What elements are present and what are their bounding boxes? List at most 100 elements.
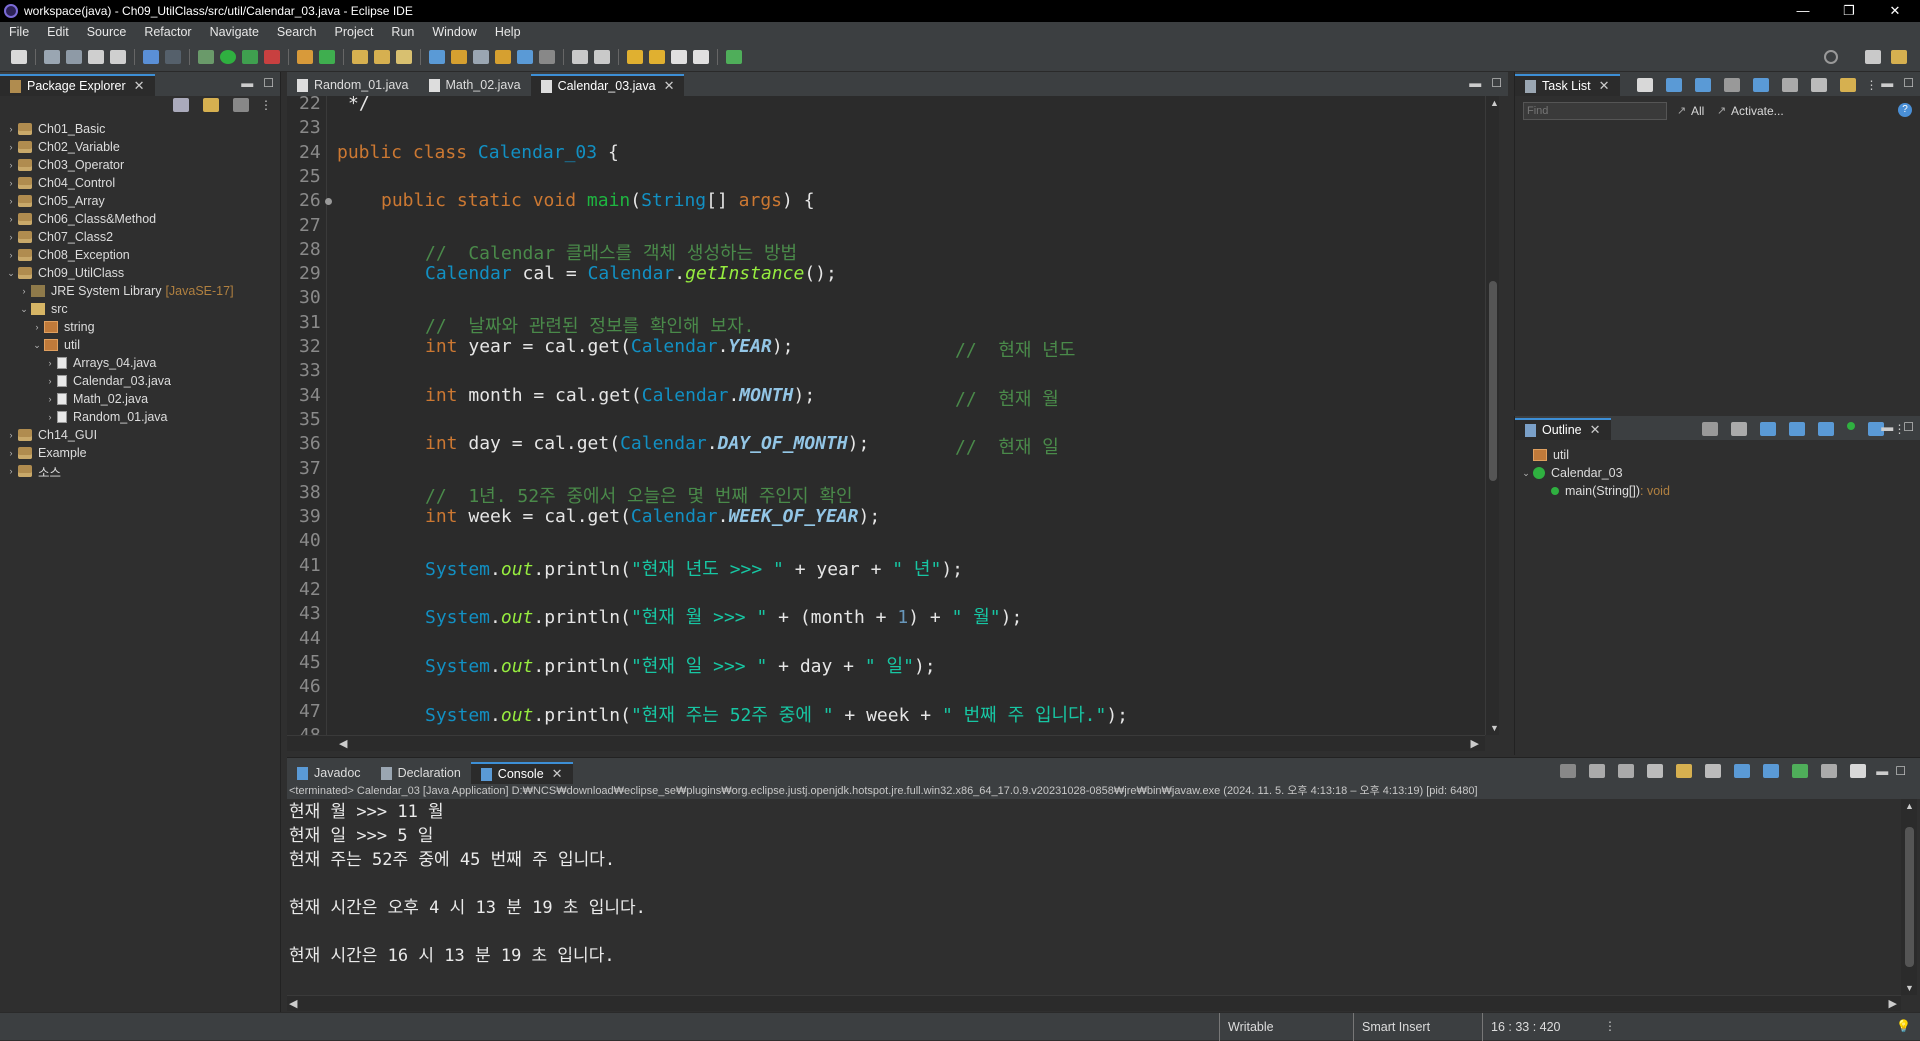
scroll-left-icon[interactable]: ◀ [289, 997, 297, 1010]
menu-help[interactable]: Help [486, 25, 530, 39]
annotation-icon[interactable] [451, 49, 467, 64]
tree-item[interactable]: › Random_01.java [0, 408, 280, 426]
view-menu-icon[interactable]: ⋮ [1866, 78, 1878, 92]
tree-item[interactable]: › Example [0, 444, 280, 462]
collapsed-arrow-icon[interactable]: › [6, 466, 16, 476]
tip-bulb-icon[interactable]: 💡 [1896, 1019, 1911, 1033]
tree-item[interactable]: › Ch08_Exception [0, 246, 280, 264]
word-wrap-icon[interactable] [1705, 764, 1722, 778]
focus-workweek-icon[interactable] [1752, 78, 1769, 92]
console-scroll-thumb[interactable] [1905, 827, 1914, 967]
collapsed-arrow-icon[interactable]: › [19, 286, 29, 296]
console-horizontal-scrollbar[interactable]: ◀ ▶ [287, 995, 1901, 1011]
tree-item[interactable]: › Ch02_Variable [0, 138, 280, 156]
tab-task-list[interactable]: Task List ✕ [1515, 74, 1620, 96]
tree-item[interactable]: › Ch03_Operator [0, 156, 280, 174]
close-icon[interactable]: ✕ [134, 78, 145, 94]
new-icon[interactable] [11, 49, 27, 64]
scroll-down-icon[interactable]: ▼ [1905, 983, 1914, 993]
tree-item[interactable]: › Calendar_03.java [0, 372, 280, 390]
menu-refactor[interactable]: Refactor [135, 25, 200, 39]
code-editor[interactable]: 22 */23 24 public class Calendar_03 {25 26 pu… [287, 96, 1485, 735]
menu-window[interactable]: Window [423, 25, 485, 39]
collapsed-arrow-icon[interactable]: › [32, 322, 42, 332]
expanded-arrow-icon[interactable]: ⌄ [19, 304, 29, 315]
tree-item[interactable]: ⌄ util [0, 336, 280, 354]
hide-static-icon[interactable] [1817, 422, 1834, 436]
view-menu-icon[interactable]: ⋮ [260, 98, 272, 112]
pin-editor-icon[interactable] [726, 49, 742, 64]
close-icon[interactable]: ✕ [1590, 422, 1601, 438]
scroll-lock-icon[interactable] [1676, 764, 1693, 778]
outline-item-class[interactable]: ⌄ Calendar_03 [1521, 464, 1670, 482]
menu-project[interactable]: Project [326, 25, 383, 39]
tree-item[interactable]: › string [0, 318, 280, 336]
tree-item[interactable]: › 소스 [0, 462, 280, 480]
forward-icon[interactable] [693, 49, 709, 64]
tree-item[interactable]: › Ch05_Array [0, 192, 280, 210]
open-task-icon[interactable] [374, 49, 390, 64]
last-edit-icon[interactable] [627, 49, 643, 64]
collapsed-arrow-icon[interactable]: › [6, 214, 16, 224]
tree-item[interactable]: › JRE System Library [JavaSE-17] [0, 282, 280, 300]
collapsed-arrow-icon[interactable]: › [6, 250, 16, 260]
new-task-icon[interactable] [1636, 78, 1653, 92]
back-history-icon[interactable] [649, 49, 665, 64]
minimize-view-icon[interactable]: ▬ [1469, 76, 1481, 90]
tab-random-01[interactable]: Random_01.java [287, 74, 419, 96]
menu-file[interactable]: File [0, 25, 38, 39]
focus-icon[interactable] [1701, 422, 1718, 436]
editor-scroll-thumb[interactable] [1489, 281, 1497, 481]
collapsed-arrow-icon[interactable]: › [6, 178, 16, 188]
tree-item[interactable]: › Ch06_Class&Method [0, 210, 280, 228]
pilcrow-icon[interactable] [539, 49, 555, 64]
tab-outline[interactable]: Outline ✕ [1515, 418, 1611, 440]
close-window-button[interactable]: ✕ [1872, 0, 1918, 22]
coverage-icon[interactable] [242, 49, 258, 64]
remove-launch-icon[interactable] [1589, 764, 1606, 778]
collapse-all-icon[interactable] [1730, 422, 1747, 436]
remove-all-icon[interactable] [1618, 764, 1635, 778]
menu-navigate[interactable]: Navigate [201, 25, 268, 39]
tab-package-explorer[interactable]: Package Explorer ✕ [0, 74, 155, 96]
debug-icon[interactable] [198, 49, 214, 64]
collapsed-arrow-icon[interactable]: › [6, 142, 16, 152]
tree-item[interactable]: › Ch14_GUI [0, 426, 280, 444]
collapsed-arrow-icon[interactable]: › [6, 430, 16, 440]
back-icon[interactable] [671, 49, 687, 64]
collapse-all-icon[interactable] [1810, 78, 1827, 92]
status-menu-icon[interactable]: ⋮ [1604, 1019, 1616, 1033]
categorized-icon[interactable] [1665, 78, 1682, 92]
close-icon[interactable]: ✕ [664, 78, 675, 94]
collapsed-arrow-icon[interactable]: › [6, 232, 16, 242]
console-vertical-scrollbar[interactable]: ▲ ▼ [1901, 799, 1917, 995]
redo-icon[interactable] [110, 49, 126, 64]
collapsed-arrow-icon[interactable]: › [45, 358, 55, 368]
tab-math-02[interactable]: Math_02.java [419, 74, 531, 96]
terminal-icon[interactable] [143, 49, 159, 64]
skip-breakpoints-icon[interactable] [165, 49, 181, 64]
hide-completed-icon[interactable] [1723, 78, 1740, 92]
maximize-view-icon[interactable]: ☐ [1895, 764, 1906, 778]
save-icon[interactable] [44, 49, 60, 64]
maximize-button[interactable]: ❐ [1826, 0, 1872, 22]
show-on-output-icon[interactable] [1734, 764, 1751, 778]
tree-item[interactable]: › Ch04_Control [0, 174, 280, 192]
collapsed-arrow-icon[interactable]: › [45, 394, 55, 404]
minimize-view-icon[interactable]: ▬ [1876, 764, 1888, 778]
tab-calendar-03[interactable]: Calendar_03.java ✕ [530, 74, 685, 96]
tab-console[interactable]: Console ✕ [470, 762, 573, 784]
tree-item[interactable]: › Ch07_Class2 [0, 228, 280, 246]
tree-item[interactable]: › Arrays_04.java [0, 354, 280, 372]
scroll-down-icon[interactable]: ▼ [1490, 723, 1499, 733]
task-activate-link[interactable]: Activate... [1731, 104, 1784, 118]
tree-item[interactable]: ⌄ Ch09_UtilClass [0, 264, 280, 282]
menu-search[interactable]: Search [268, 25, 326, 39]
run-icon[interactable] [220, 49, 236, 64]
collapsed-arrow-icon[interactable]: › [45, 376, 55, 386]
new-class-icon[interactable] [319, 49, 335, 64]
minimize-view-icon[interactable]: ▬ [1881, 76, 1893, 90]
scroll-up-icon[interactable]: ▲ [1905, 801, 1914, 811]
word-wrap-icon[interactable] [495, 49, 511, 64]
collapsed-arrow-icon[interactable]: › [45, 412, 55, 422]
